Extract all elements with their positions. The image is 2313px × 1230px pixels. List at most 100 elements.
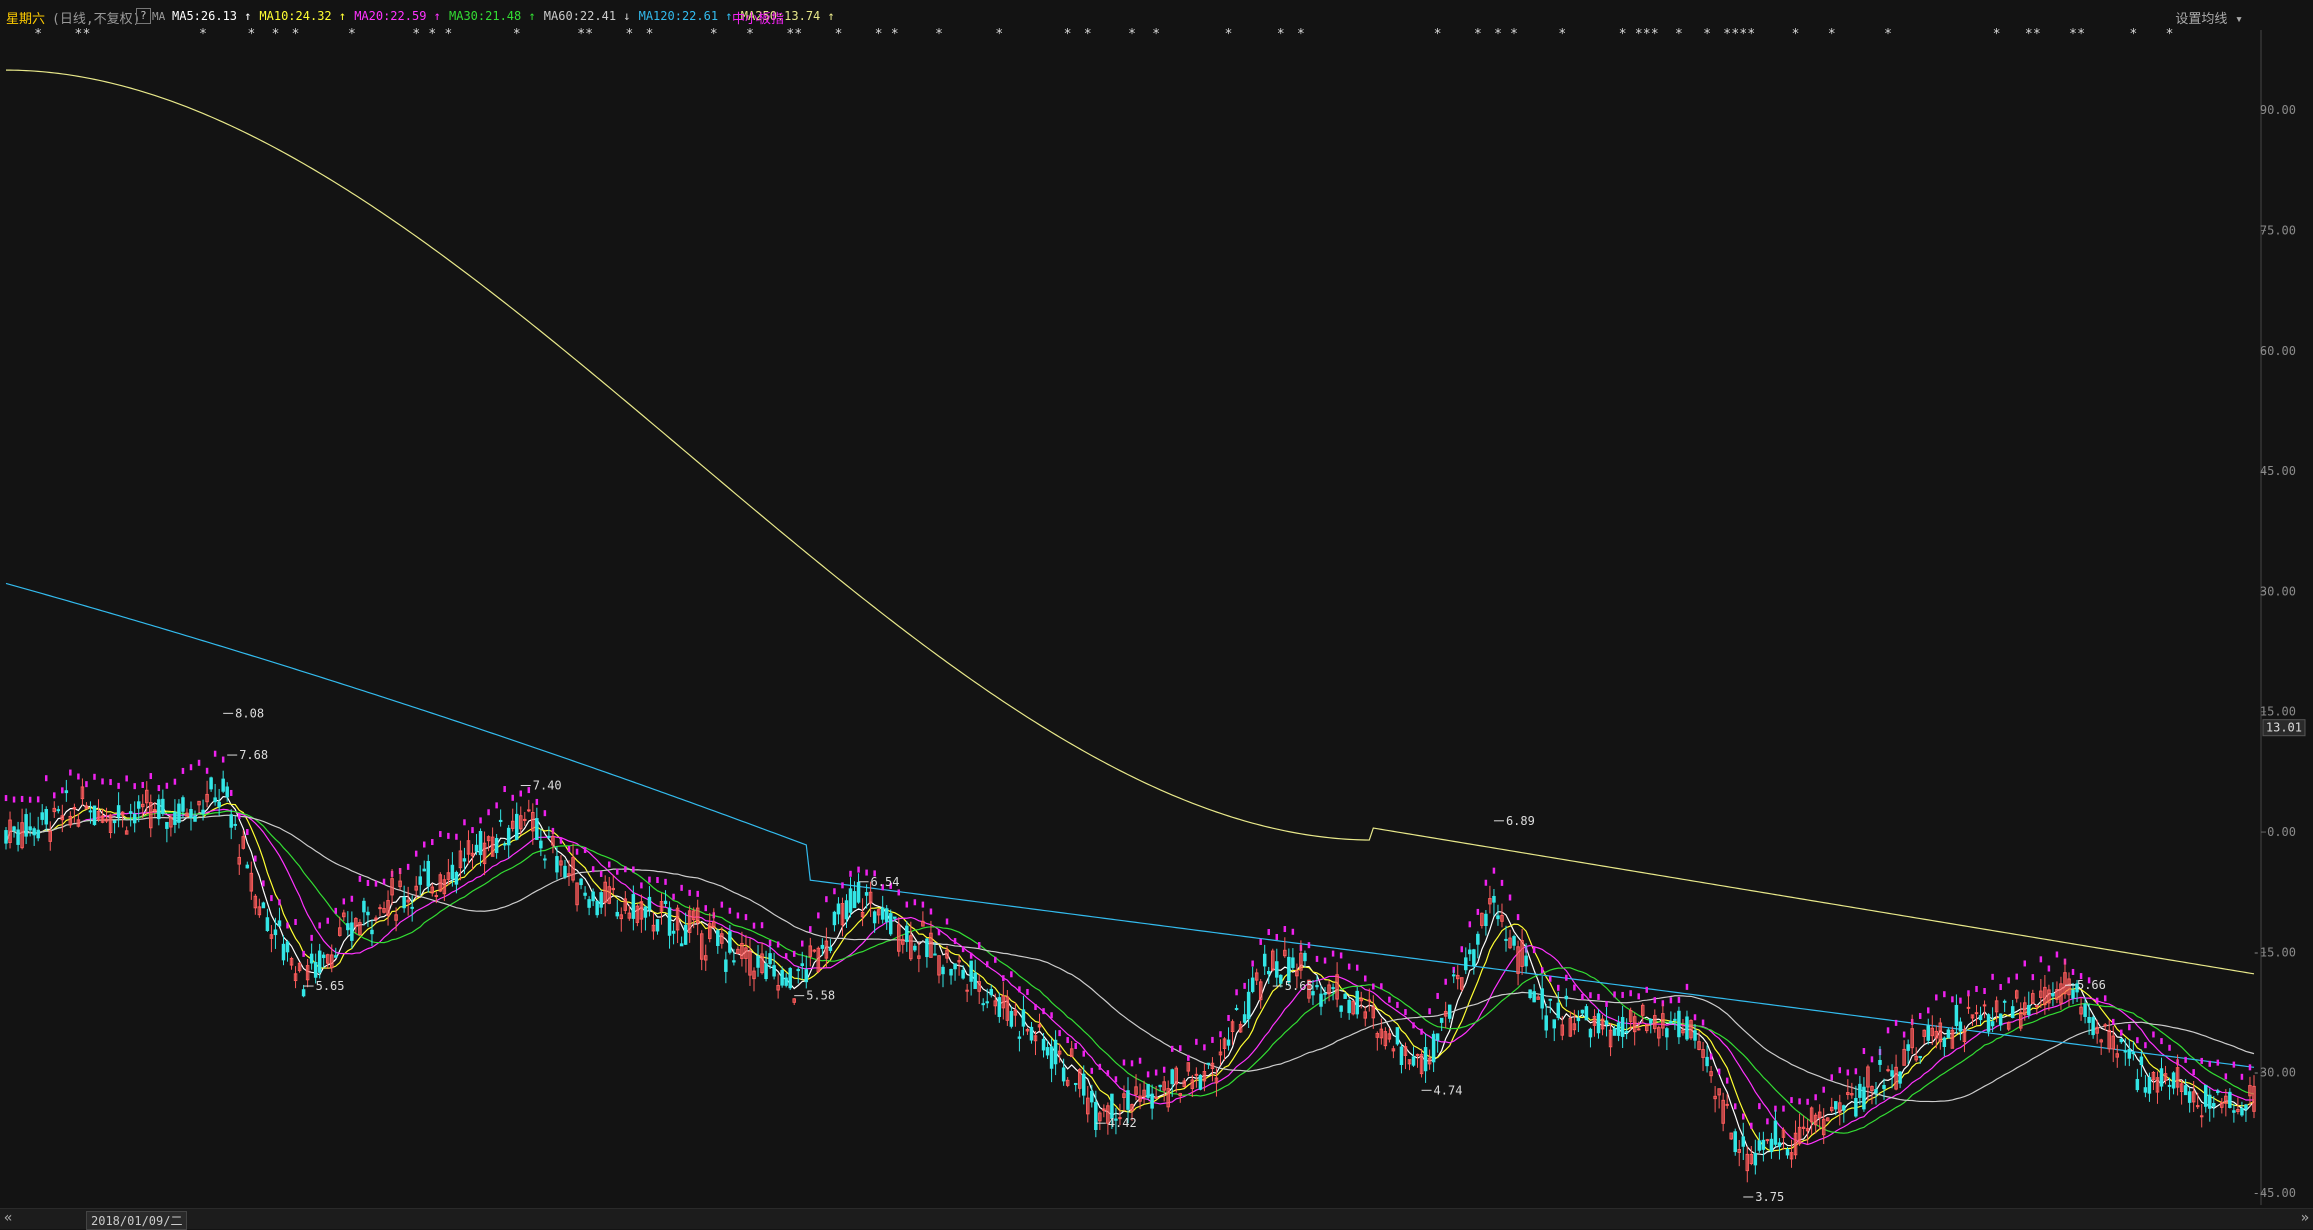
- event-marker-icon[interactable]: *: [626, 27, 633, 42]
- candle-body: [1548, 998, 1552, 1001]
- event-marker-icon[interactable]: *: [2130, 27, 2137, 42]
- event-marker-icon[interactable]: *: [1724, 27, 1731, 42]
- candle-body: [1890, 1070, 1894, 1077]
- event-marker-icon[interactable]: *: [2026, 27, 2033, 42]
- candle-body: [378, 907, 382, 910]
- index-bar: [1002, 975, 1005, 982]
- event-marker-icon[interactable]: *: [1704, 27, 1711, 42]
- candle-body: [933, 953, 937, 956]
- event-marker-icon[interactable]: *: [35, 27, 42, 42]
- event-marker-icon[interactable]: *: [1676, 27, 1683, 42]
- event-marker-icon[interactable]: *: [1635, 27, 1642, 42]
- event-marker-icon[interactable]: *: [2034, 27, 2041, 42]
- candle-body: [543, 858, 547, 861]
- event-marker-icon[interactable]: *: [586, 27, 593, 42]
- event-marker-icon[interactable]: *: [875, 27, 882, 42]
- event-marker-icon[interactable]: *: [1644, 27, 1651, 42]
- index-bar: [1380, 983, 1383, 990]
- index-bar: [913, 899, 917, 906]
- ma10-line: [5, 802, 2255, 1152]
- candle-body: [1649, 1018, 1653, 1024]
- candle-body: [1862, 1086, 1866, 1110]
- index-bar: [2152, 1031, 2155, 1038]
- scroll-right-icon[interactable]: »: [2301, 1210, 2309, 1226]
- event-marker-icon[interactable]: *: [1064, 27, 1071, 42]
- candle-body: [153, 808, 157, 811]
- event-marker-icon[interactable]: *: [349, 27, 356, 42]
- event-marker-icon[interactable]: *: [1828, 27, 1835, 42]
- event-marker-icon[interactable]: *: [248, 27, 255, 42]
- event-marker-icon[interactable]: *: [292, 27, 299, 42]
- index-bar: [640, 882, 643, 889]
- candle-body: [981, 1003, 985, 1006]
- candle-body: [1347, 999, 1351, 1014]
- event-marker-icon[interactable]: *: [578, 27, 585, 42]
- event-marker-icon[interactable]: *: [1740, 27, 1747, 42]
- candle-body: [615, 911, 620, 917]
- event-marker-icon[interactable]: *: [747, 27, 754, 42]
- candle-body: [683, 924, 688, 945]
- event-marker-icon[interactable]: *: [1619, 27, 1626, 42]
- candle-body: [221, 778, 225, 792]
- index-bar: [1709, 1053, 1713, 1060]
- index-bar: [1331, 950, 1335, 957]
- event-marker-icon[interactable]: *: [200, 27, 207, 42]
- event-marker-icon[interactable]: *: [83, 27, 90, 42]
- event-marker-icon[interactable]: *: [1225, 27, 1232, 42]
- event-marker-icon[interactable]: *: [711, 27, 718, 42]
- event-marker-icon[interactable]: *: [835, 27, 842, 42]
- y-tick-label: -45.00: [2253, 1186, 2296, 1200]
- index-bar: [447, 832, 450, 839]
- event-marker-icon[interactable]: *: [2078, 27, 2085, 42]
- scroll-left-icon[interactable]: «: [4, 1210, 12, 1226]
- event-marker-icon[interactable]: *: [75, 27, 82, 42]
- event-marker-icon[interactable]: *: [513, 27, 520, 42]
- ma120-line: [5, 582, 2255, 1068]
- event-marker-icon[interactable]: *: [1085, 27, 1092, 42]
- event-marker-icon[interactable]: *: [1153, 27, 1160, 42]
- candle-body: [1978, 1015, 1983, 1021]
- event-marker-icon[interactable]: *: [2070, 27, 2077, 42]
- candle-body: [2087, 1016, 2091, 1023]
- event-marker-icon[interactable]: *: [1511, 27, 1518, 42]
- y-tick-label: -15.00: [2253, 945, 2296, 959]
- event-marker-icon[interactable]: *: [1129, 27, 1136, 42]
- candle-body: [1733, 1131, 1737, 1153]
- event-marker-icon[interactable]: *: [1652, 27, 1659, 42]
- event-marker-icon[interactable]: *: [996, 27, 1003, 42]
- event-marker-icon[interactable]: *: [1792, 27, 1799, 42]
- event-marker-icon[interactable]: *: [795, 27, 802, 42]
- candle-body: [410, 906, 414, 909]
- event-marker-icon[interactable]: *: [891, 27, 898, 42]
- candle-body: [768, 953, 772, 965]
- event-marker-icon[interactable]: *: [1993, 27, 2000, 42]
- event-marker-icon[interactable]: *: [1559, 27, 1566, 42]
- event-marker-icon[interactable]: *: [1298, 27, 1305, 42]
- index-bar: [1983, 988, 1986, 995]
- event-marker-icon[interactable]: *: [1278, 27, 1285, 42]
- index-bar: [358, 875, 362, 882]
- event-marker-icon[interactable]: *: [445, 27, 452, 42]
- event-marker-icon[interactable]: *: [429, 27, 436, 42]
- index-bar: [921, 901, 925, 908]
- index-bar: [165, 782, 169, 789]
- event-marker-icon[interactable]: *: [272, 27, 279, 42]
- event-marker-icon[interactable]: *: [936, 27, 943, 42]
- event-marker-icon[interactable]: *: [1885, 27, 1892, 42]
- candle-body: [663, 900, 668, 905]
- event-marker-icon[interactable]: *: [1495, 27, 1502, 42]
- event-marker-icon[interactable]: *: [1434, 27, 1441, 42]
- candle-body: [595, 900, 599, 916]
- index-bar: [149, 773, 153, 780]
- event-marker-icon[interactable]: *: [1732, 27, 1739, 42]
- event-marker-icon[interactable]: *: [646, 27, 653, 42]
- kline-chart[interactable]: 90.00 75.00 60.00 45.00 30.00 15.00 0.00 -15.00…: [0, 0, 2313, 1208]
- event-marker-icon[interactable]: *: [2166, 27, 2173, 42]
- event-marker-icon[interactable]: *: [1748, 27, 1755, 42]
- event-marker-icon[interactable]: *: [413, 27, 420, 42]
- index-bar: [897, 889, 901, 896]
- index-bar: [704, 905, 707, 912]
- event-marker-icon[interactable]: *: [787, 27, 794, 42]
- event-marker-icon[interactable]: *: [1475, 27, 1482, 42]
- y-tick-label: 75.00: [2260, 224, 2296, 238]
